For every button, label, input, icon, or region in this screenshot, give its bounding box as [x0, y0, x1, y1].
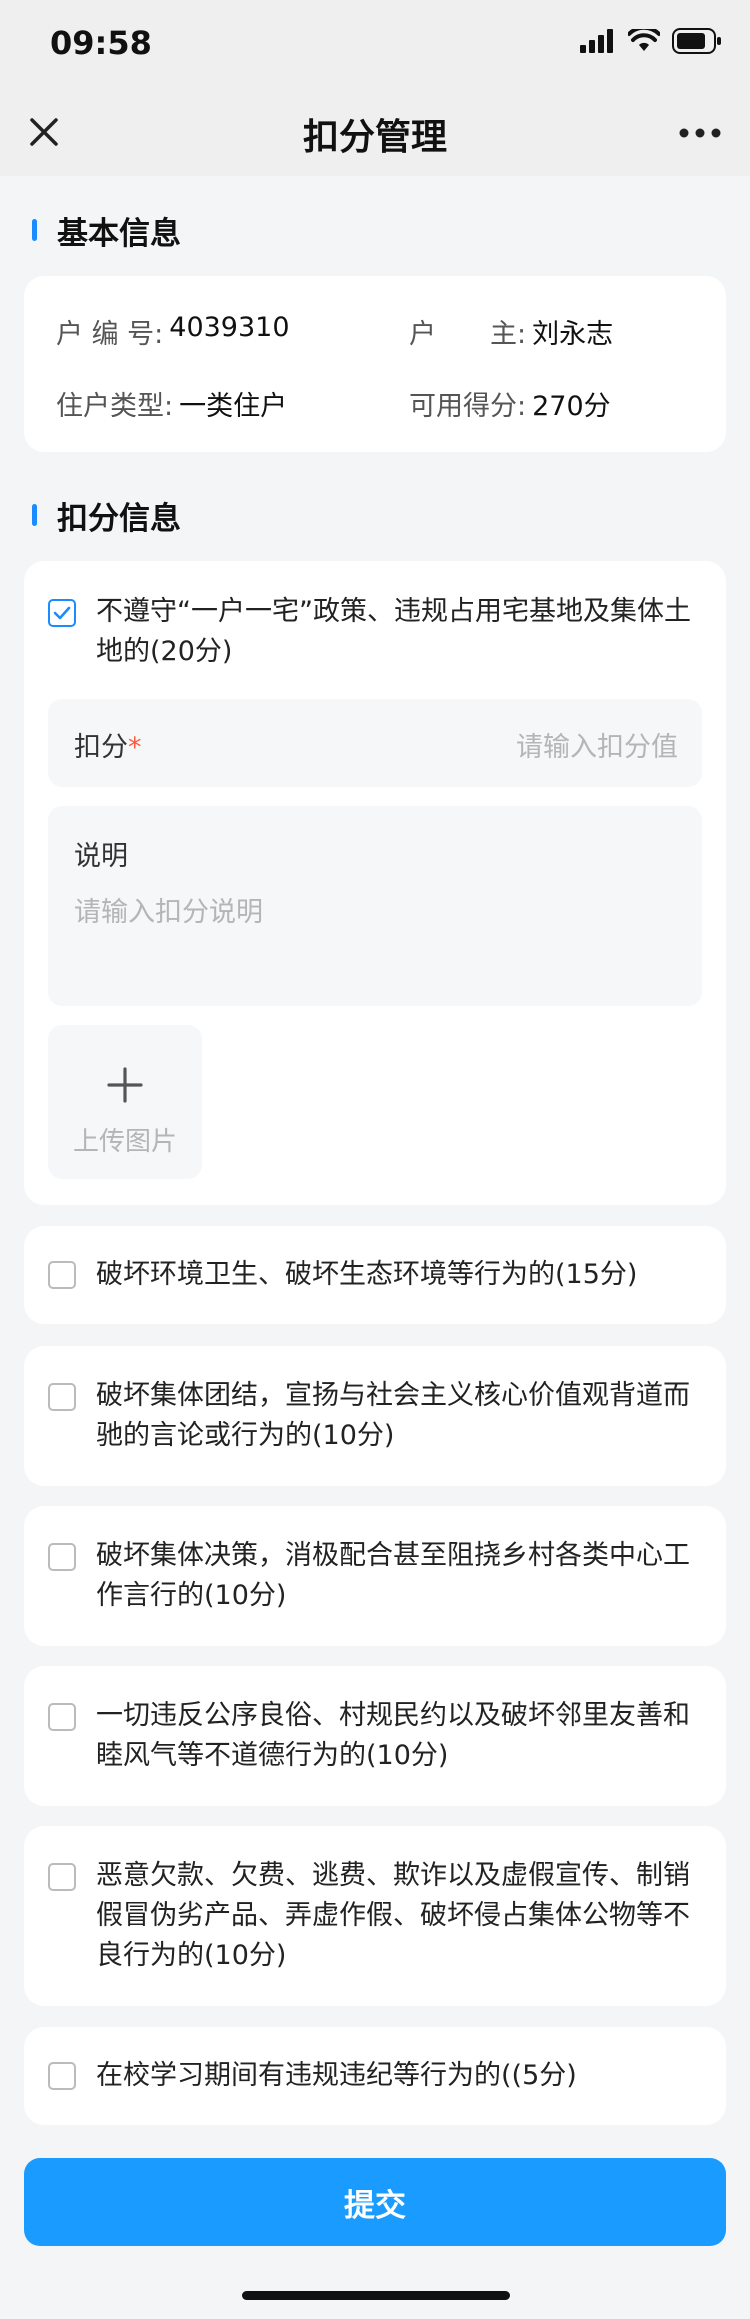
page-title: 扣分管理	[302, 117, 447, 158]
item-checkbox[interactable]	[48, 1863, 76, 1891]
desc-label: 说明	[74, 841, 128, 872]
deduct-item-1[interactable]: 不遵守“一户一宅”政策、违规占用宅基地及集体土地的(20分) 扣分* 请输入扣分…	[24, 561, 726, 1205]
household-score-value: 270分	[532, 391, 611, 422]
item-text: 恶意欠款、欠费、逃费、欺诈以及虚假宣传、制销假冒伪劣产品、弄虚作假、破坏侵占集体…	[96, 1860, 690, 1971]
deduct-item-6[interactable]: 恶意欠款、欠费、逃费、欺诈以及虚假宣传、制销假冒伪劣产品、弄虚作假、破坏侵占集体…	[24, 1826, 726, 2006]
check-icon	[53, 606, 71, 620]
item-text: 破坏集体决策，消极配合甚至阻挠乡村各类中心工作言行的(10分)	[96, 1540, 690, 1611]
item-text: 破坏环境卫生、破坏生态环境等行为的(15分)	[96, 1259, 638, 1290]
item-checkbox[interactable]	[48, 1703, 76, 1731]
item-checkbox[interactable]	[48, 1261, 76, 1289]
household-score-label: 可用得分:	[409, 391, 527, 422]
upload-image-button[interactable]: 上传图片	[48, 1025, 202, 1179]
household-type: 住户类型: 一类住户	[56, 384, 287, 423]
household-no-label: 户 编 号:	[56, 319, 164, 350]
household-owner-value: 刘永志	[532, 319, 614, 350]
household-owner-label: 户 主:	[409, 319, 527, 350]
item-checkbox[interactable]	[48, 1543, 76, 1571]
score-field[interactable]: 扣分* 请输入扣分值	[48, 699, 702, 787]
deduct-item-7[interactable]: 在校学习期间有违规违纪等行为的((5分)	[24, 2027, 726, 2125]
item-checkbox[interactable]	[48, 1383, 76, 1411]
household-type-value: 一类住户	[179, 391, 288, 422]
section-marker	[32, 504, 37, 526]
section-marker	[32, 219, 37, 241]
upload-label: 上传图片	[72, 1127, 177, 1157]
status-icons	[580, 28, 722, 54]
item-text: 在校学习期间有违规违纪等行为的((5分)	[96, 2060, 577, 2091]
score-input[interactable]: 请输入扣分值	[516, 725, 678, 764]
signal-icon	[580, 29, 613, 53]
battery-icon	[672, 28, 721, 54]
item-checkbox[interactable]	[48, 599, 76, 627]
status-time: 09:58	[50, 24, 152, 62]
nav-bar: 扣分管理	[0, 88, 750, 176]
household-no: 户 编 号: 4039310	[56, 312, 290, 351]
item-checkbox[interactable]	[48, 2062, 76, 2090]
section-basic-title: 基本信息	[32, 210, 181, 252]
required-mark: *	[128, 732, 142, 763]
deduct-item-2[interactable]: 破坏环境卫生、破坏生态环境等行为的(15分)	[24, 1226, 726, 1324]
score-label: 扣分*	[74, 732, 142, 763]
section-deduct-title: 扣分信息	[32, 495, 181, 537]
status-bar: 09:58	[0, 0, 750, 88]
plus-icon	[107, 1067, 143, 1103]
item-text: 不遵守“一户一宅”政策、违规占用宅基地及集体土地的(20分)	[96, 596, 691, 667]
more-icon[interactable]	[678, 118, 722, 148]
deduct-item-5[interactable]: 一切违反公序良俗、村规民约以及破坏邻里友善和睦风气等不道德行为的(10分)	[24, 1666, 726, 1806]
household-owner: 户 主: 刘永志	[409, 312, 613, 351]
household-type-label: 住户类型:	[56, 391, 174, 422]
household-score: 可用得分: 270分	[409, 384, 611, 423]
desc-field[interactable]: 说明 请输入扣分说明	[48, 806, 702, 1006]
submit-button[interactable]: 提交	[24, 2158, 726, 2246]
item-text: 破坏集体团结，宣扬与社会主义核心价值观背道而驰的言论或行为的(10分)	[96, 1380, 690, 1451]
deduct-item-3[interactable]: 破坏集体团结，宣扬与社会主义核心价值观背道而驰的言论或行为的(10分)	[24, 1346, 726, 1486]
home-indicator	[242, 2291, 510, 2300]
section-basic-label: 基本信息	[57, 215, 181, 252]
household-card: 户 编 号: 4039310 户 主: 刘永志 住户类型: 一类住户 可用得分:…	[24, 276, 726, 452]
desc-input[interactable]: 请输入扣分说明	[74, 890, 263, 929]
section-deduct-label: 扣分信息	[57, 500, 181, 537]
deduct-item-4[interactable]: 破坏集体决策，消极配合甚至阻挠乡村各类中心工作言行的(10分)	[24, 1506, 726, 1646]
household-no-value: 4039310	[169, 312, 290, 343]
item-text: 一切违反公序良俗、村规民约以及破坏邻里友善和睦风气等不道德行为的(10分)	[96, 1700, 690, 1771]
wifi-icon	[628, 29, 660, 51]
